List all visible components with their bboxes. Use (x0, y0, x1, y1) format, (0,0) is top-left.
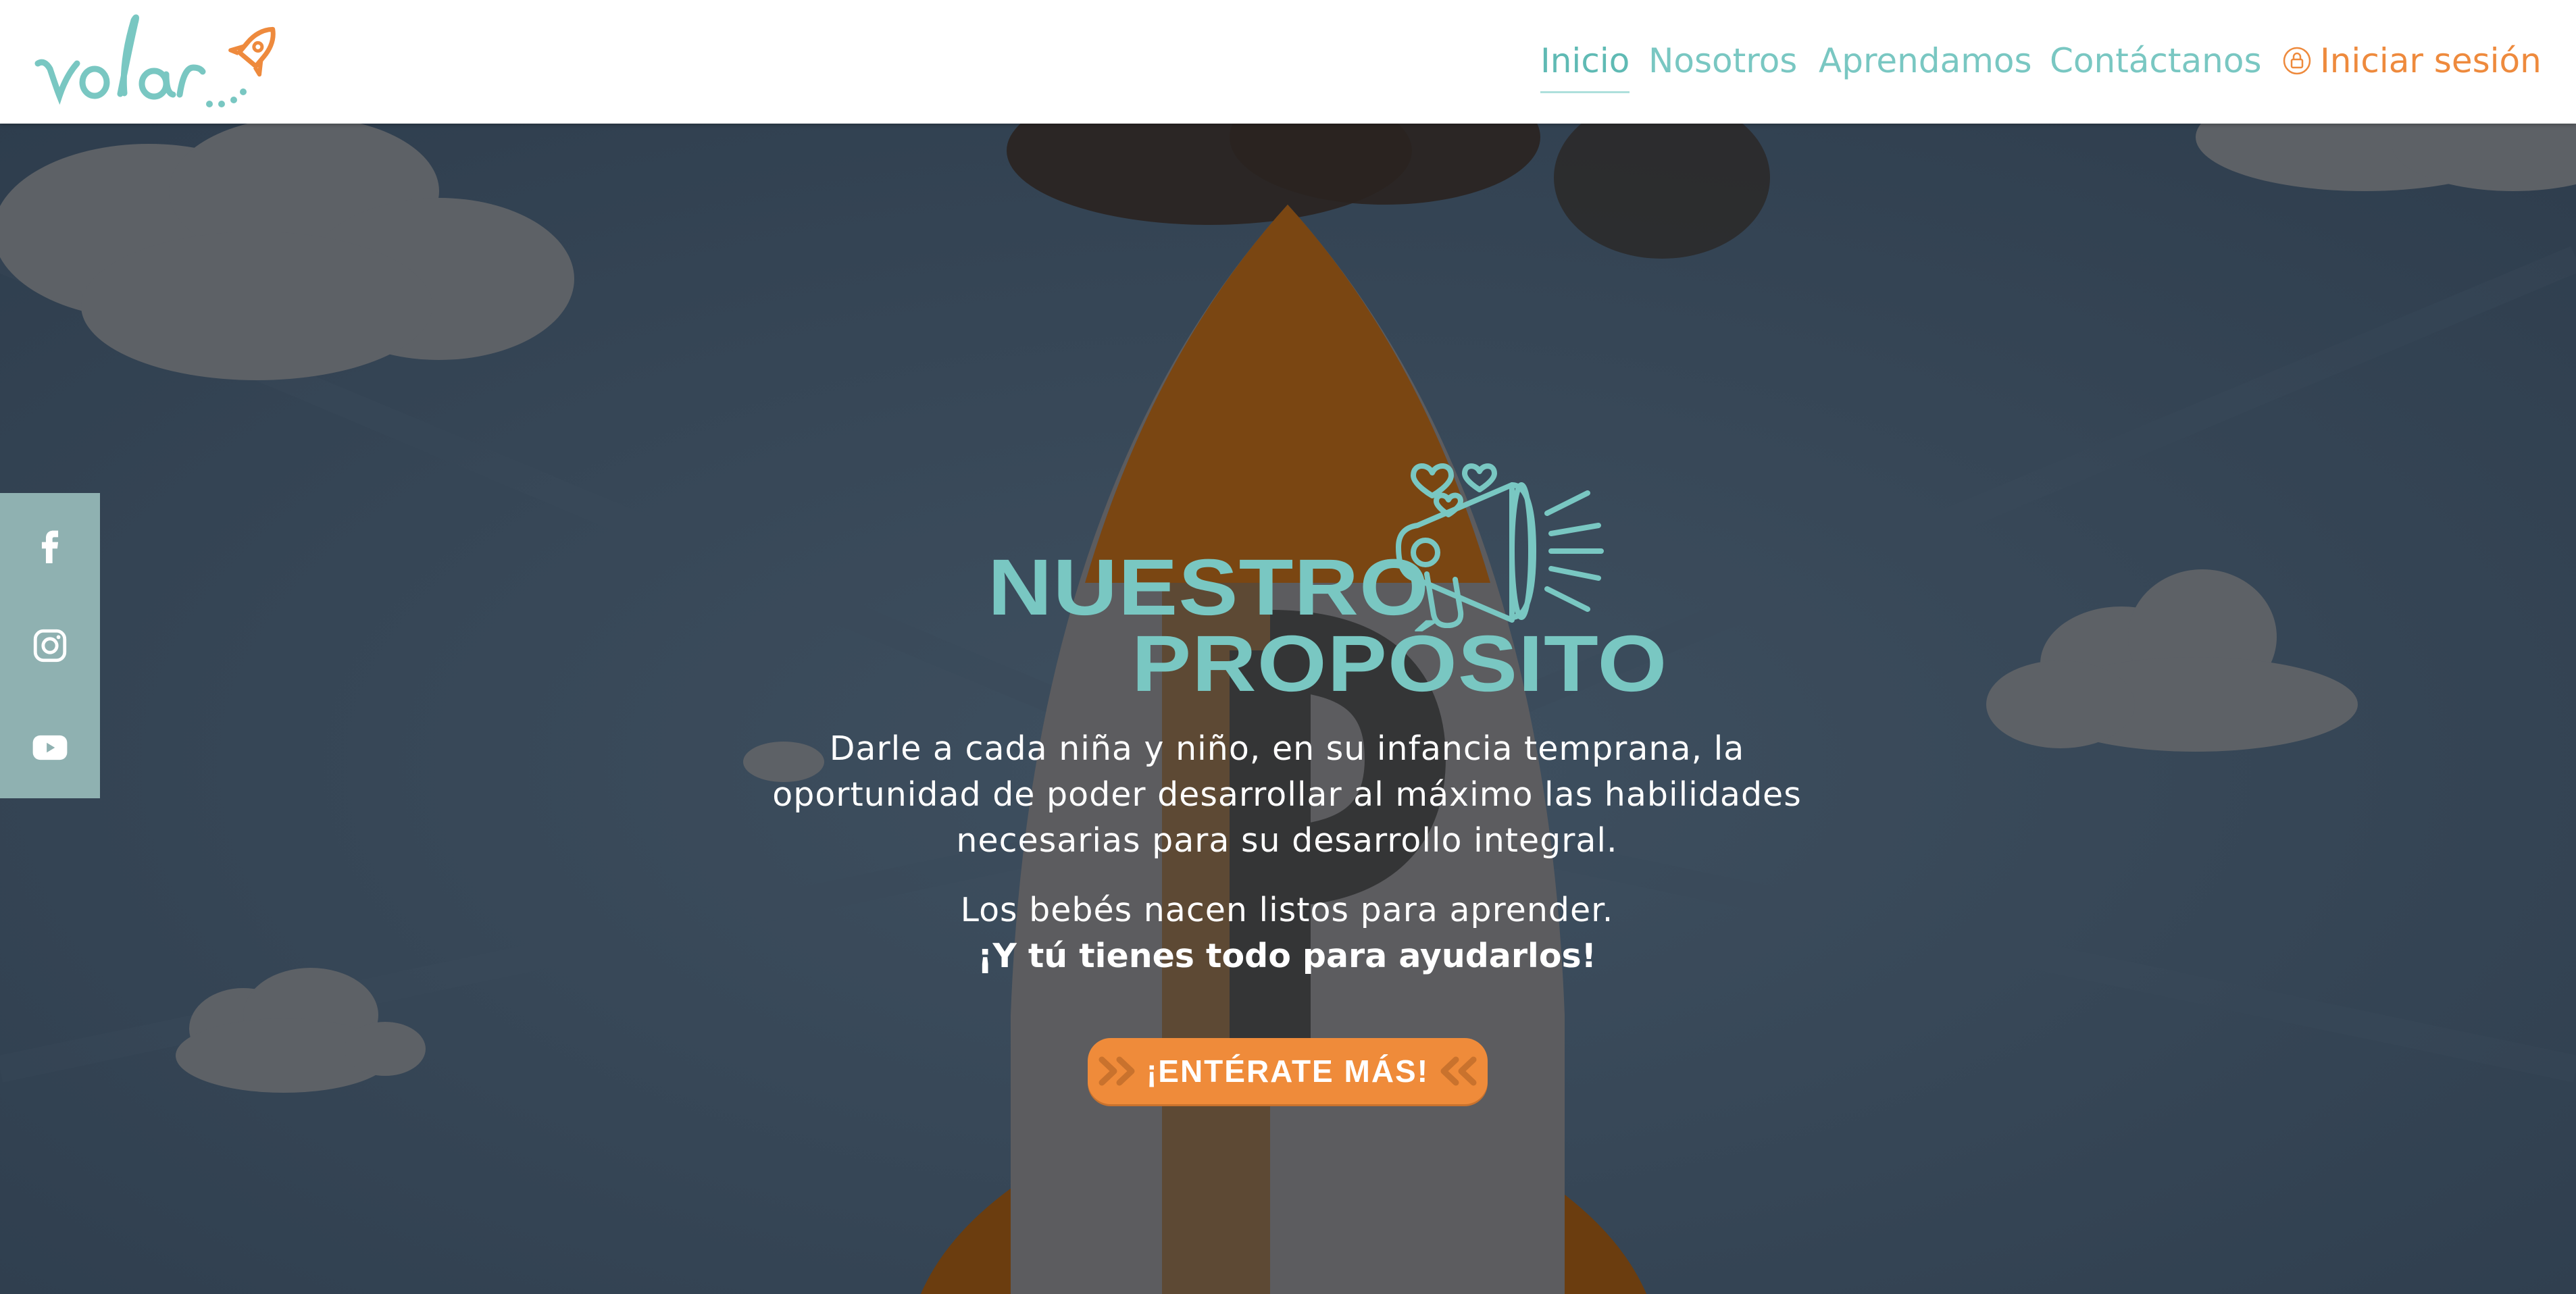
hero-section: NUESTRO PROPÓSITO Darle a cada niña y ni… (0, 124, 2576, 1294)
subtitle: Los bebés nacen listos para aprender. (960, 891, 1614, 929)
youtube-icon (32, 735, 68, 760)
nav-nosotros[interactable]: Nosotros (1648, 34, 1797, 88)
youtube-button[interactable] (0, 697, 100, 798)
login-label: Iniciar sesión (2320, 41, 2542, 80)
login-link[interactable]: Iniciar sesión (2282, 34, 2542, 88)
instagram-button[interactable] (0, 595, 100, 696)
title-line-2: PROPÓSITO (1132, 619, 1668, 708)
volar-logo[interactable] (32, 9, 289, 118)
facebook-button[interactable] (0, 493, 100, 594)
lock-icon (2283, 47, 2311, 75)
nav-aprendamos[interactable]: Aprendamos (1819, 34, 2032, 88)
chevrons-left-icon (1440, 1056, 1477, 1086)
instagram-icon (33, 629, 67, 663)
nav-inicio[interactable]: Inicio (1540, 34, 1630, 93)
learn-more-label: ¡ENTÉRATE MÁS! (1146, 1054, 1430, 1089)
tagline: ¡Y tú tienes todo para ayudarlos! (977, 937, 1597, 975)
chevrons-right-icon (1098, 1056, 1135, 1086)
facebook-icon (41, 530, 59, 563)
purpose-description: Darle a cada niña y niño, en su infancia… (772, 729, 1802, 860)
nav-contactanos[interactable]: Contáctanos (2050, 34, 2262, 88)
purpose-title: NUESTRO PROPÓSITO (973, 432, 1667, 708)
learn-more-button[interactable]: ¡ENTÉRATE MÁS! (1088, 1038, 1488, 1104)
site-header: Inicio Nosotros Aprendamos Contáctanos I… (0, 0, 2576, 124)
social-sidebar (0, 493, 100, 798)
